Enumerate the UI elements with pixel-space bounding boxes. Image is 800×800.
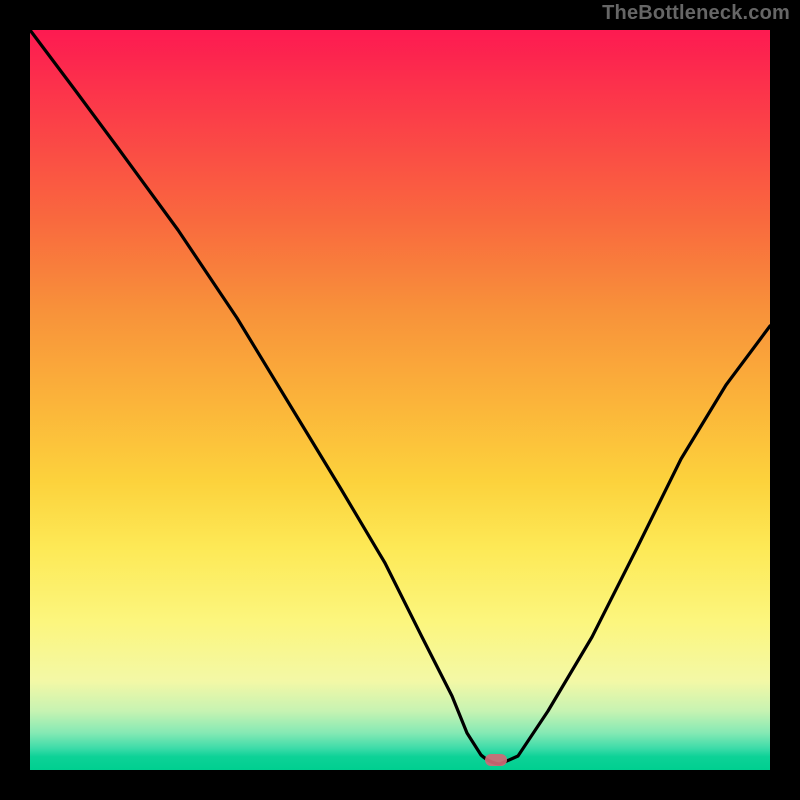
bottleneck-curve [30, 30, 770, 770]
minimum-marker [485, 754, 507, 766]
plot-area [30, 30, 770, 770]
watermark-text: TheBottleneck.com [602, 2, 790, 25]
curve-path [30, 30, 770, 764]
chart-frame: TheBottleneck.com [0, 0, 800, 800]
